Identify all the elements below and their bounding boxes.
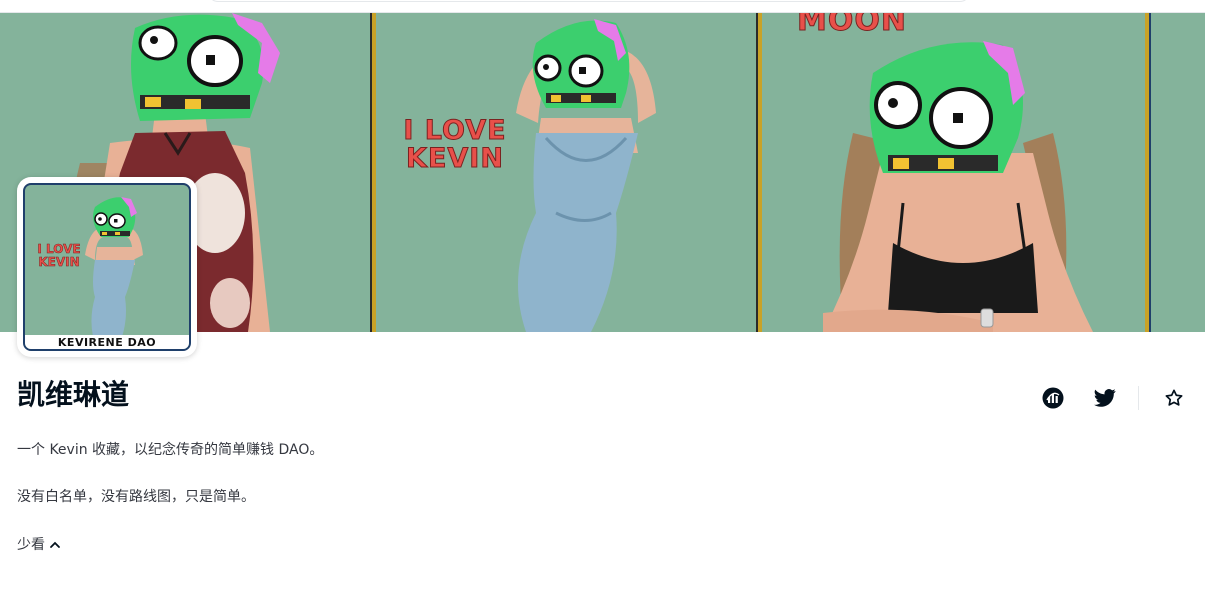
zombie-head-1 [131,13,280,122]
poster-text-line-2: KEVIN [406,143,504,175]
collection-actions [1030,380,1205,416]
top-bar [0,0,1205,13]
favorite-button[interactable] [1156,380,1192,416]
poster-text-line-1: I LOVE [403,115,507,146]
chevron-up-icon [50,541,60,548]
poster-text-love: I LOVE KEVIN [400,115,510,175]
search-bar-edge[interactable] [208,0,970,2]
see-less-toggle[interactable]: 少看 [17,535,61,555]
banner-panel-3: MOON [763,13,1145,332]
activity-button[interactable] [1035,380,1071,416]
banner-divider-2 [756,13,762,332]
avatar-label: KEVIRENE DAO [25,335,189,349]
collection-avatar[interactable]: I LOVE KEVIN KEVIRENE DAO [17,177,197,357]
see-less-label: 少看 [17,537,45,553]
avatar-text-line-1: I LOVE [37,242,81,256]
activity-chart-icon [1042,387,1064,409]
star-icon [1165,389,1183,406]
avatar-poster-text: I LOVE KEVIN [35,243,83,268]
banner-panel-2: I LOVE KEVIN [376,13,756,332]
avatar-image: I LOVE KEVIN KEVIRENE DAO [23,183,191,351]
twitter-icon [1094,389,1116,407]
zombie-head-2 [532,19,630,108]
twitter-button[interactable] [1087,380,1123,416]
poster-text-moon: MOON [797,13,907,38]
collection-description-line-2: 没有白名单，没有路线图，只是简单。 [17,489,255,505]
avatar-text-line-2: KEVIN [38,254,80,269]
collection-description-line-1: 一个 Kevin 收藏，以纪念传奇的简单赚钱 DAO。 [17,442,324,458]
banner-panel-4 [1151,13,1205,332]
actions-separator [1138,386,1139,410]
zombie-head-3 [869,41,1025,173]
banner-artwork-3 [823,41,1093,332]
collection-title: 凯维琳道 [17,378,130,411]
